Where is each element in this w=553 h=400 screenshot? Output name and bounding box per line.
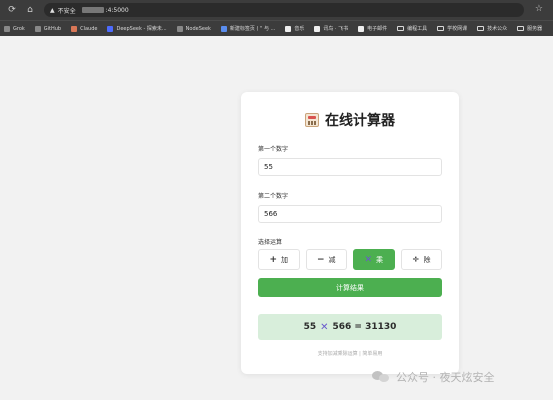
bookmark-item[interactable]: Claude (71, 25, 97, 32)
music-icon (285, 25, 292, 32)
multiply-icon: ✕ (364, 254, 373, 265)
folder-icon (517, 26, 525, 31)
bookmark-folder[interactable]: 技术公众 (477, 25, 507, 32)
url-text: :4:5000 (81, 6, 129, 14)
second-number-label: 第二个数字 (258, 193, 289, 200)
operation-group: + 加 − 减 ✕ 乘 ÷ 除 (258, 249, 442, 270)
bookmark-item[interactable]: NodeSeek (176, 25, 211, 32)
minus-icon: − (316, 254, 325, 265)
bookmarks-bar: Grok GitHub Claude DeepSeek - 探索未... Nod… (0, 20, 553, 36)
calculator-card: 在线计算器 第一个数字 55 第二个数字 566 选择运算 + 加 − 减 ✕ … (241, 92, 459, 374)
second-number-input[interactable]: 566 (258, 205, 442, 223)
wechat-icon (372, 370, 390, 384)
bookmark-item[interactable]: GitHub (34, 25, 61, 32)
watermark: 公众号 · 夜天炫安全 (372, 369, 495, 385)
multiply-label: 乘 (376, 255, 384, 264)
title-row: 在线计算器 (241, 110, 459, 130)
second-number-value: 566 (264, 210, 278, 218)
folder-icon (477, 26, 485, 31)
claude-icon (71, 25, 78, 32)
divide-icon: ÷ (411, 254, 420, 265)
folder-icon (397, 26, 405, 31)
address-bar[interactable]: ▲ 不安全 :4:5000 (44, 3, 524, 17)
feishu-icon (314, 25, 321, 32)
nodeseek-icon (176, 25, 183, 32)
url-port: :4:5000 (105, 6, 129, 14)
bookmark-item[interactable]: DeepSeek - 探索未... (107, 25, 167, 32)
result-right: 566 = 31130 (332, 322, 397, 332)
add-button[interactable]: + 加 (258, 249, 300, 270)
bookmark-item[interactable]: Grok (4, 25, 25, 32)
bookmark-item[interactable]: 讯鸟 · 飞书 (314, 25, 348, 32)
plus-icon: + (269, 254, 278, 265)
footer-text: 支持加减乘除运算 | 简单易用 (317, 351, 383, 357)
multiply-button[interactable]: ✕ 乘 (353, 249, 395, 270)
bookmark-star-icon[interactable]: ☆ (535, 4, 543, 14)
tab-icon (220, 25, 227, 32)
watermark-text: 公众号 · 夜天炫安全 (396, 371, 495, 384)
first-number-input[interactable]: 55 (258, 158, 442, 176)
grok-icon (4, 25, 10, 32)
calculate-button[interactable]: 计算结果 (258, 278, 442, 297)
bookmark-item[interactable]: 音乐 (285, 25, 304, 32)
bookmark-item[interactable]: 新建标签页 ( " 与 ... (220, 25, 275, 32)
mail-icon (358, 25, 365, 32)
bookmark-folder[interactable]: 编程工具 (397, 25, 427, 32)
divide-label: 除 (423, 255, 431, 264)
divide-button[interactable]: ÷ 除 (400, 249, 442, 270)
reload-icon[interactable]: ⟳ (6, 4, 18, 16)
warning-icon: ▲ (50, 6, 55, 14)
bookmark-item[interactable]: 电子邮件 (358, 25, 387, 32)
redacted-host (81, 7, 104, 13)
github-icon (34, 25, 41, 32)
result-box: 55 ✕ 566 = 31130 (258, 314, 442, 340)
calculate-label: 计算结果 (336, 283, 364, 292)
bookmark-folder[interactable]: 服务器 (517, 25, 542, 32)
result-left: 55 (303, 322, 317, 332)
first-number-value: 55 (264, 163, 273, 171)
browser-toolbar: ⟳ ⌂ ▲ 不安全 :4:5000 ☆ (0, 0, 553, 20)
calculator-icon (305, 113, 319, 127)
folder-icon (437, 26, 445, 31)
security-label: 不安全 (57, 7, 76, 15)
add-label: 加 (281, 255, 289, 264)
home-icon[interactable]: ⌂ (24, 4, 36, 16)
subtract-label: 减 (328, 255, 336, 264)
multiply-icon: ✕ (320, 321, 329, 333)
deepseek-icon (107, 25, 114, 32)
first-number-label: 第一个数字 (258, 146, 289, 153)
bookmark-folder[interactable]: 学校网课 (437, 25, 467, 32)
security-indicator[interactable]: ▲ 不安全 (50, 6, 76, 15)
operation-label: 选择运算 (258, 239, 283, 246)
subtract-button[interactable]: − 减 (305, 249, 347, 270)
page-title: 在线计算器 (325, 113, 395, 129)
